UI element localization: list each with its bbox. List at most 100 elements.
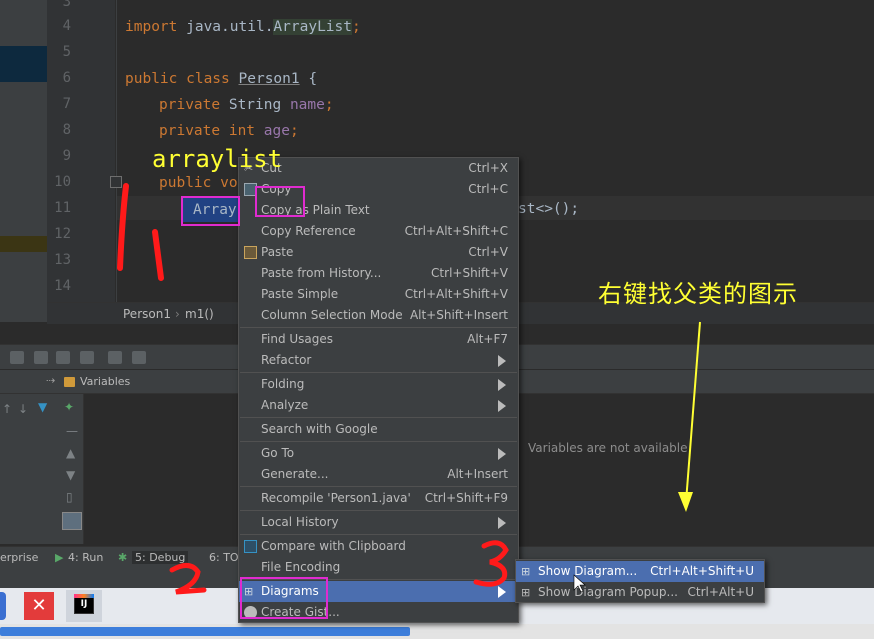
ide-window: 3 4 5 6 7 8 9 10 11 12 13 14 import java… bbox=[0, 0, 874, 639]
menu-item-shortcut: Alt+F7 bbox=[467, 332, 508, 346]
annotation-box-diagrams bbox=[240, 577, 328, 619]
code-line-field-age[interactable]: private int age; bbox=[159, 122, 299, 140]
filter-icon[interactable]: ▼ bbox=[38, 400, 47, 414]
taskbar-xmind-icon[interactable]: ✕ bbox=[24, 592, 54, 620]
tab-enterprise[interactable]: erprise bbox=[0, 551, 38, 564]
menu-item-go-to[interactable]: Go To bbox=[239, 443, 518, 464]
step-out-icon[interactable] bbox=[80, 351, 94, 364]
menu-separator bbox=[240, 372, 517, 373]
line-number: 12 bbox=[54, 226, 71, 242]
menu-item-column-selection[interactable]: Column Selection Mode Alt+Shift+Insert bbox=[239, 305, 518, 326]
code-punct: ; bbox=[352, 19, 361, 35]
menu-item-compare-clipboard[interactable]: Compare with Clipboard bbox=[239, 536, 518, 557]
menu-item-file-encoding[interactable]: File Encoding bbox=[239, 557, 518, 578]
menu-item-find-usages[interactable]: Find Usages Alt+F7 bbox=[239, 329, 518, 350]
annotation-box-copy bbox=[255, 186, 305, 217]
project-highlight-item[interactable] bbox=[0, 236, 47, 252]
menu-item-label: Go To bbox=[261, 446, 295, 460]
menu-item-label: Compare with Clipboard bbox=[261, 539, 406, 553]
tab-debug[interactable]: 5: Debug bbox=[132, 551, 189, 564]
keyword: class bbox=[177, 71, 239, 87]
force-step-into-icon[interactable] bbox=[56, 351, 70, 364]
tab-run[interactable]: 4: Run bbox=[68, 551, 103, 564]
menu-separator bbox=[240, 417, 517, 418]
copy-icon[interactable]: ▯ bbox=[66, 490, 73, 504]
code-line-class[interactable]: public class Person1 { bbox=[125, 70, 317, 88]
variables-icon bbox=[64, 377, 75, 387]
menu-item-paste-history[interactable]: Paste from History... Ctrl+Shift+V bbox=[239, 263, 518, 284]
menu-item-local-history[interactable]: Local History bbox=[239, 512, 518, 533]
code-punct: { bbox=[299, 71, 318, 87]
menu-item-label: Find Usages bbox=[261, 332, 334, 346]
line-number: 4 bbox=[62, 18, 71, 34]
code-line-import[interactable]: import java.util.ArrayList; bbox=[125, 18, 361, 36]
intellij-icon-stripe bbox=[74, 594, 94, 598]
menu-item-folding[interactable]: Folding bbox=[239, 374, 518, 395]
menu-item-generate[interactable]: Generate... Alt+Insert bbox=[239, 464, 518, 485]
code-line-11-tail[interactable]: st<>(); bbox=[518, 200, 579, 218]
menu-item-paste-simple[interactable]: Paste Simple Ctrl+Alt+Shift+V bbox=[239, 284, 518, 305]
paste-icon bbox=[244, 246, 257, 259]
code-text: st<>(); bbox=[518, 201, 580, 217]
field-identifier: name bbox=[289, 97, 325, 113]
line-number: 9 bbox=[62, 148, 71, 164]
menu-item-shortcut: Alt+Shift+Insert bbox=[409, 308, 508, 322]
line-number: 5 bbox=[62, 44, 71, 60]
menu-item-shortcut: Ctrl+C bbox=[468, 182, 508, 196]
add-watch-icon[interactable]: ✦ bbox=[64, 400, 74, 414]
menu-item-refactor[interactable]: Refactor bbox=[239, 350, 518, 371]
menu-item-analyze[interactable]: Analyze bbox=[239, 395, 518, 416]
menu-item-label: Refactor bbox=[261, 353, 312, 367]
menu-item-label: Paste Simple bbox=[261, 287, 339, 301]
taskbar-app-icon[interactable] bbox=[0, 592, 6, 620]
menu-item-label: Paste from History... bbox=[261, 266, 382, 280]
minus-icon[interactable]: — bbox=[66, 424, 78, 438]
fold-toggle-icon[interactable] bbox=[110, 176, 122, 188]
keyword: private bbox=[159, 123, 221, 139]
code-line-method[interactable]: public vo bbox=[159, 174, 238, 192]
menu-item-show-diagram[interactable]: ⊞ Show Diagram... Ctrl+Alt+Shift+U bbox=[516, 561, 764, 582]
annotation-stroke-dot bbox=[152, 229, 164, 281]
menu-item-label: Copy Reference bbox=[261, 224, 356, 238]
line-number: 10 bbox=[54, 174, 71, 190]
breadcrumb-class[interactable]: Person1 bbox=[123, 307, 171, 321]
menu-item-shortcut: Ctrl+Shift+F9 bbox=[424, 491, 508, 505]
menu-item-label: Analyze bbox=[261, 398, 309, 412]
move-down-icon[interactable]: ▼ bbox=[66, 468, 75, 482]
move-up-icon[interactable]: ▲ bbox=[66, 446, 75, 460]
fold-guide bbox=[116, 0, 117, 302]
step-into-icon[interactable] bbox=[34, 351, 48, 364]
diagram-icon: ⊞ bbox=[521, 586, 531, 599]
menu-item-recompile[interactable]: Recompile 'Person1.java' Ctrl+Shift+F9 bbox=[239, 488, 518, 509]
menu-item-shortcut: Ctrl+V bbox=[468, 245, 508, 259]
up-arrow-icon[interactable]: ↑ bbox=[2, 402, 12, 416]
menu-item-paste[interactable]: Paste Ctrl+V bbox=[239, 242, 518, 263]
collapse-arrow-icon[interactable]: ⇢ bbox=[46, 374, 55, 387]
annotation-note-chinese: 右键找父类的图示 bbox=[598, 280, 798, 308]
menu-item-shortcut: Ctrl+Alt+U bbox=[687, 585, 755, 599]
annotation-box-selection bbox=[181, 196, 240, 226]
annotation-label-arraylist: arraylist bbox=[152, 145, 283, 173]
menu-item-show-diagram-popup[interactable]: ⊞ Show Diagram Popup... Ctrl+Alt+U bbox=[516, 582, 764, 603]
image-icon[interactable] bbox=[62, 512, 82, 530]
code-type: String bbox=[220, 97, 290, 113]
breadcrumb-method[interactable]: m1() bbox=[185, 307, 214, 321]
layout-icon[interactable] bbox=[132, 351, 146, 364]
scrollbar-thumb[interactable] bbox=[0, 627, 410, 636]
menu-item-label: Search with Google bbox=[261, 422, 378, 436]
project-panel bbox=[0, 0, 47, 322]
code-line-field-name[interactable]: private String name; bbox=[159, 96, 334, 114]
project-selected-item[interactable] bbox=[0, 46, 47, 82]
keyword: public bbox=[125, 71, 178, 87]
menu-item-label: Generate... bbox=[261, 467, 329, 481]
step-over-icon[interactable] bbox=[10, 351, 24, 364]
down-arrow-icon[interactable]: ↓ bbox=[18, 402, 28, 416]
field-identifier: age bbox=[263, 123, 290, 139]
menu-item-label: Column Selection Mode bbox=[261, 308, 403, 322]
menu-item-copy-reference[interactable]: Copy Reference Ctrl+Alt+Shift+C bbox=[239, 221, 518, 242]
line-number: 14 bbox=[54, 278, 71, 294]
menu-item-shortcut: Ctrl+Alt+Shift+U bbox=[650, 564, 754, 578]
menu-item-search-google[interactable]: Search with Google bbox=[239, 419, 518, 440]
line-number: 11 bbox=[54, 200, 71, 216]
frames-icon[interactable] bbox=[108, 351, 122, 364]
